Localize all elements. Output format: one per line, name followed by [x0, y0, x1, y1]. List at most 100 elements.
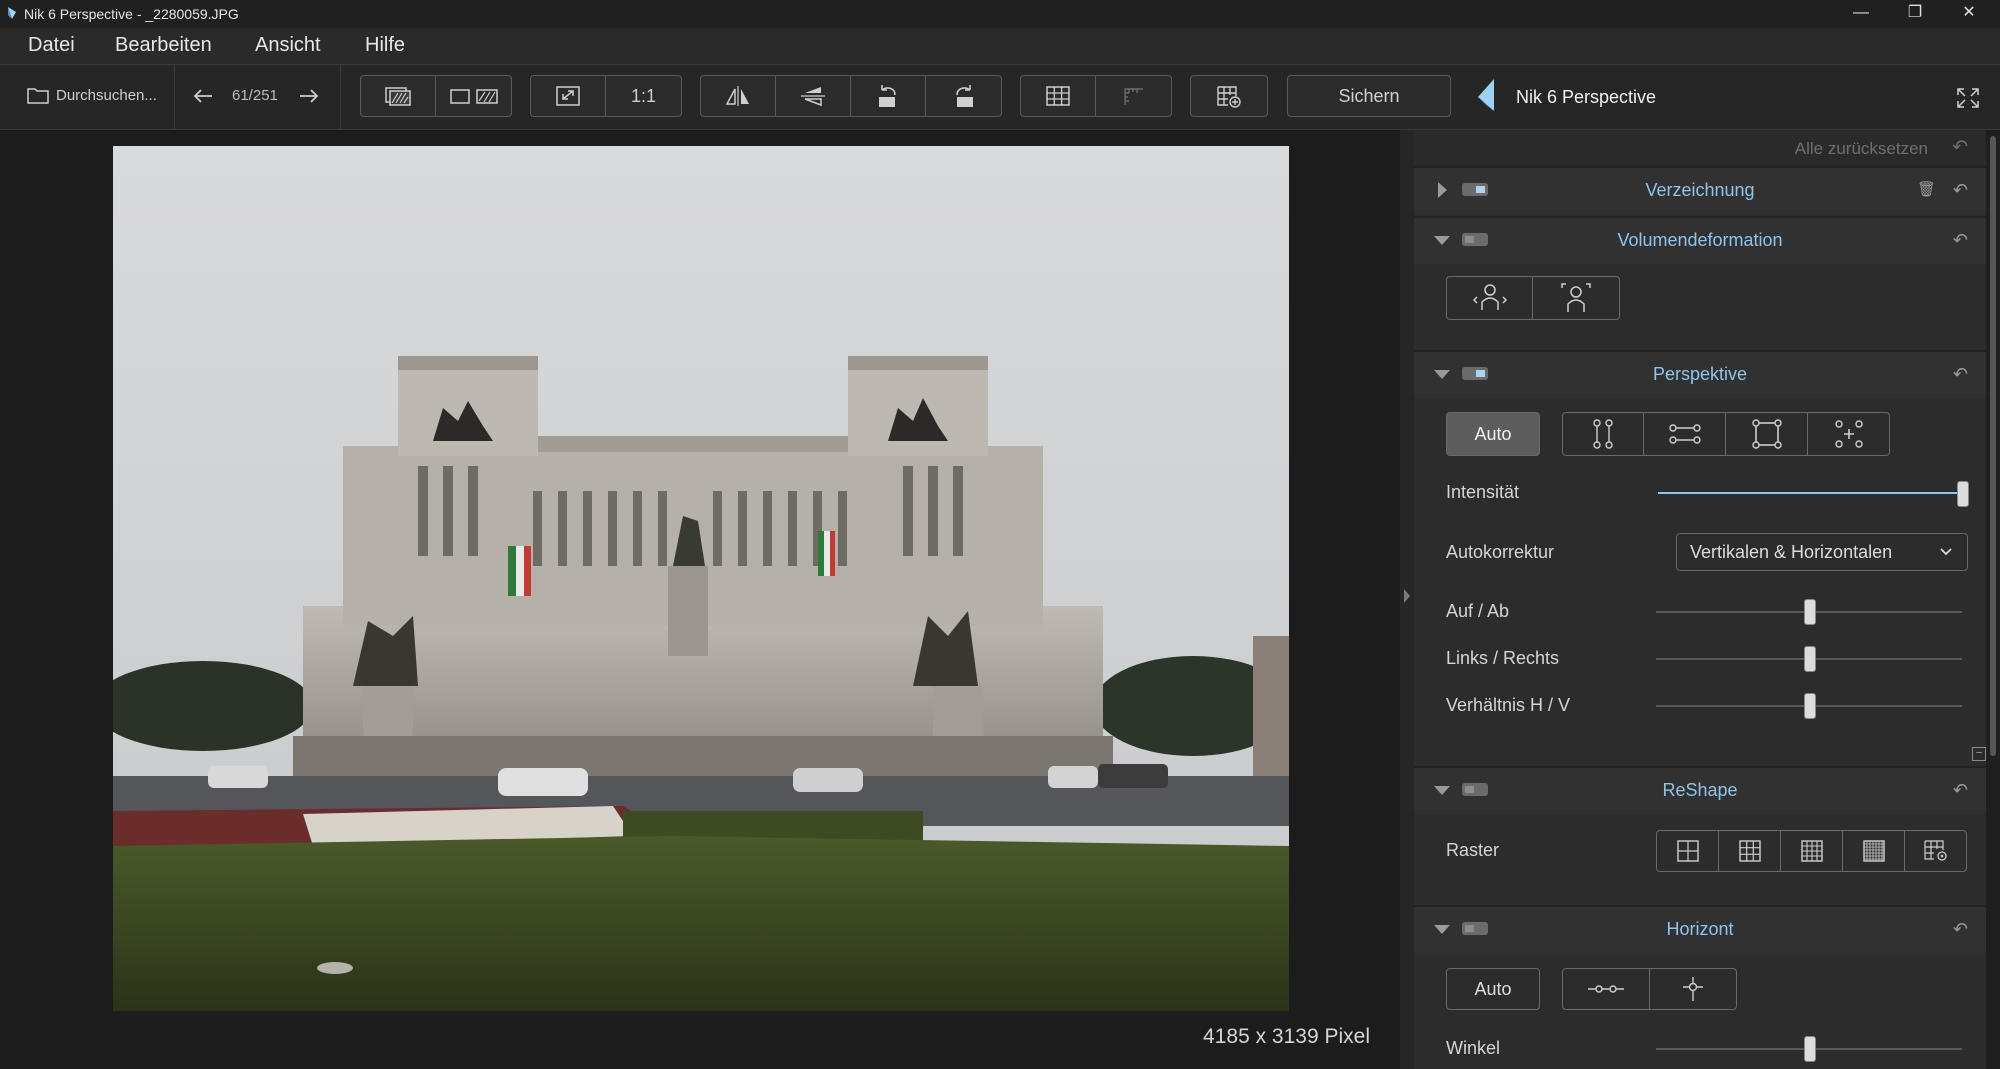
undo-icon[interactable]: ↶	[1953, 919, 1968, 940]
panel-splitter[interactable]	[1400, 130, 1414, 1069]
split-view-button[interactable]	[436, 76, 511, 116]
grid-add-icon	[1217, 86, 1241, 108]
panel-collapse-button[interactable]: –	[1972, 747, 1986, 761]
add-preset-group	[1190, 75, 1268, 117]
volume-mode-group	[1446, 276, 1620, 320]
save-group: Sichern	[1287, 75, 1451, 117]
before-after-button[interactable]	[361, 76, 436, 116]
person-horizontal-icon	[1472, 284, 1507, 310]
grid-3x3-icon	[1738, 840, 1761, 862]
links-rechts-slider-knob[interactable]	[1804, 646, 1816, 672]
flip-horizontal-icon	[725, 86, 749, 106]
raster-4x4-button[interactable]	[1781, 831, 1843, 871]
save-button[interactable]: Sichern	[1288, 76, 1450, 116]
menu-ansicht[interactable]: Ansicht	[255, 34, 321, 57]
grid-2x2-icon	[1676, 840, 1699, 862]
arrow-left-icon[interactable]	[192, 87, 214, 105]
raster-dense-button[interactable]	[1843, 831, 1905, 871]
rotate-right-button[interactable]	[926, 76, 1001, 116]
transform-group	[700, 75, 1002, 117]
horizontal-lines-button[interactable]	[1644, 413, 1726, 455]
raster-label: Raster	[1446, 840, 1500, 860]
app-icon	[8, 7, 16, 19]
fit-to-screen-button[interactable]	[531, 76, 606, 116]
window-title: Nik 6 Perspective - _2280059.JPG	[24, 6, 239, 22]
undo-icon[interactable]: ↶	[1953, 780, 1968, 801]
undo-icon[interactable]: ↶	[1953, 364, 1968, 385]
image-counter: 61/251	[232, 87, 278, 104]
grid-icon	[1046, 86, 1070, 106]
section-title: Volumendeformation	[1617, 230, 1783, 250]
toolbar-divider	[174, 65, 175, 129]
winkel-slider-knob[interactable]	[1804, 1036, 1816, 1062]
section-perspektive[interactable]: Perspektive ↶	[1414, 350, 1986, 398]
trash-icon[interactable]: 🗑	[1917, 180, 1936, 198]
intensitaet-label: Intensität	[1446, 482, 1520, 502]
vertical-lines-button[interactable]	[1563, 413, 1644, 455]
panel-scrollbar[interactable]	[1986, 130, 2000, 1069]
app-name: Nik 6 Perspective	[1516, 87, 1657, 107]
autokorrektur-value: Vertikalen & Horizontalen	[1690, 542, 1893, 562]
arrow-right-icon[interactable]	[298, 87, 320, 105]
section-title: Verzeichnung	[1645, 180, 1755, 200]
vertical-line-icon	[1683, 977, 1703, 1001]
nik-logo-icon	[1478, 79, 1494, 111]
raster-2x2-button[interactable]	[1657, 831, 1719, 871]
reset-all-undo-icon[interactable]: ↶	[1952, 136, 1968, 159]
undo-icon[interactable]: ↶	[1953, 180, 1968, 201]
rotate-left-button[interactable]	[851, 76, 926, 116]
zoom-group: 1:1	[530, 75, 682, 117]
horizon-line-button[interactable]	[1563, 969, 1650, 1009]
intensitaet-slider-track[interactable]	[1658, 492, 1962, 494]
section-horizont[interactable]: Horizont ↶	[1414, 905, 1986, 953]
horizont-auto-button[interactable]: Auto	[1446, 968, 1540, 1010]
autokorrektur-dropdown[interactable]: Vertikalen & Horizontalen	[1676, 533, 1968, 571]
close-button[interactable]: ✕	[1942, 0, 1996, 28]
vertical-line-button[interactable]	[1650, 969, 1736, 1009]
grid-settings-icon	[1923, 840, 1947, 861]
grid-group	[1020, 75, 1172, 117]
links-rechts-label: Links / Rechts	[1446, 648, 1560, 668]
intensitaet-slider-knob[interactable]	[1957, 481, 1969, 507]
section-reshape[interactable]: ReShape ↶	[1414, 766, 1986, 814]
auf-ab-slider-knob[interactable]	[1804, 599, 1816, 625]
section-verzeichnung[interactable]: Verzeichnung 🗑 ↶	[1414, 166, 1986, 214]
chevron-down-icon	[1940, 548, 1952, 556]
section-title: Horizont	[1666, 919, 1734, 939]
volume-horizontal-button[interactable]	[1447, 277, 1533, 319]
adjustments-panel: Alle zurücksetzen ↶ Verzeichnung 🗑 ↶ Vol…	[1414, 130, 1986, 1069]
browse-button[interactable]: Durchsuchen...	[26, 85, 157, 105]
restore-button[interactable]: ❐	[1888, 0, 1942, 28]
section-volumendeformation[interactable]: Volumendeformation ↶	[1414, 216, 1986, 264]
undo-icon[interactable]: ↶	[1953, 230, 1968, 251]
zoom-1to1-button[interactable]: 1:1	[606, 76, 681, 116]
raster-3x3-button[interactable]	[1719, 831, 1781, 871]
rotate-left-icon	[879, 85, 896, 107]
collapse-panel-icon[interactable]	[1403, 588, 1411, 604]
scrollbar-thumb[interactable]	[1990, 136, 1996, 756]
add-points-button[interactable]	[1808, 413, 1889, 455]
minimize-button[interactable]: —	[1834, 0, 1888, 28]
flip-horizontal-button[interactable]	[701, 76, 776, 116]
fullscreen-icon[interactable]	[1955, 86, 1981, 110]
add-grid-button[interactable]	[1191, 76, 1267, 116]
rectangle-corners-icon	[1751, 419, 1782, 449]
image-canvas[interactable]: 4185 x 3139 Pixel	[0, 130, 1400, 1069]
guides-button[interactable]	[1096, 76, 1171, 116]
menu-bearbeiten[interactable]: Bearbeiten	[115, 34, 212, 57]
volume-corner-button[interactable]	[1533, 277, 1619, 319]
flip-vertical-button[interactable]	[776, 76, 851, 116]
reset-all-button[interactable]: Alle zurücksetzen	[1795, 139, 1928, 159]
photo-preview	[113, 146, 1289, 1011]
perspektive-auto-button[interactable]: Auto	[1446, 412, 1540, 456]
rectangle-button[interactable]	[1726, 413, 1808, 455]
grid-toggle-button[interactable]	[1021, 76, 1096, 116]
raster-custom-button[interactable]	[1905, 831, 1966, 871]
flip-vertical-icon	[801, 87, 825, 107]
vertical-lines-icon	[1593, 419, 1613, 449]
menu-hilfe[interactable]: Hilfe	[365, 34, 405, 57]
verhaeltnis-slider-knob[interactable]	[1804, 693, 1816, 719]
horizon-line-icon	[1588, 985, 1624, 993]
browse-label: Durchsuchen...	[56, 86, 157, 104]
menu-datei[interactable]: Datei	[28, 34, 75, 57]
